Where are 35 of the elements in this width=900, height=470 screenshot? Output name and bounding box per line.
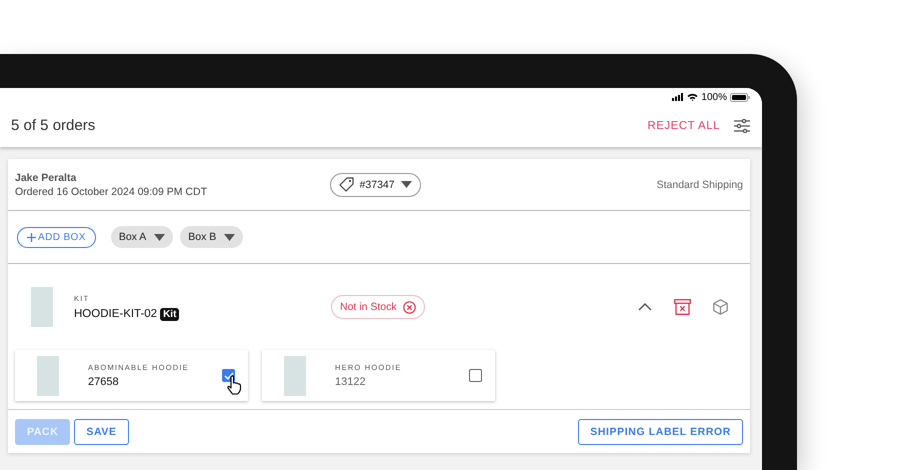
- close-circle-icon: [402, 300, 416, 314]
- plus-icon: [27, 232, 36, 242]
- product-sku: 13122: [335, 376, 367, 388]
- shipping-method: Standard Shipping: [656, 178, 743, 190]
- caret-icon: [154, 234, 166, 240]
- filter-icon[interactable]: [734, 118, 750, 132]
- caret-icon: [400, 181, 412, 188]
- order-number-dropdown[interactable]: #37347: [330, 172, 421, 196]
- tag-icon: [338, 177, 354, 192]
- box-dropdown[interactable]: Box A: [110, 226, 174, 248]
- pointer-cursor-icon: [226, 375, 242, 395]
- photo-placeholder: [284, 356, 306, 396]
- photo-placeholder: [37, 356, 59, 396]
- customer-name: Jake Peralta: [15, 172, 78, 184]
- action-button[interactable]: SAVE: [74, 418, 129, 444]
- battery-percentage: 100%: [701, 92, 727, 102]
- delete-box-icon[interactable]: [674, 299, 691, 315]
- wifi-icon: [687, 93, 698, 101]
- caret-icon: [224, 234, 236, 240]
- checkbox[interactable]: [469, 369, 482, 382]
- orders-count-title: 5 of 5 orders: [11, 117, 96, 134]
- product-sku: 27658: [88, 376, 120, 388]
- shipping-label-error-button[interactable]: SHIPPING LABEL ERROR: [578, 418, 743, 444]
- order-date: Ordered 16 October 2024 09:09 PM CDT: [15, 186, 208, 198]
- box-dropdown[interactable]: Box B: [180, 226, 244, 248]
- reject-all-button[interactable]: REJECT ALL: [647, 120, 720, 132]
- battery-icon: [730, 92, 750, 102]
- stock-status-chip: Not in Stock: [331, 295, 425, 319]
- cube-icon[interactable]: [713, 299, 728, 315]
- kit-sku: HOODIE-KIT-02: [74, 308, 158, 320]
- photo-placeholder: [31, 287, 53, 327]
- chevron-icon[interactable]: [638, 303, 652, 311]
- add-box-button[interactable]: ADD BOX: [17, 226, 96, 248]
- signal-icon: [672, 93, 684, 101]
- kit-badge: Kit: [160, 308, 180, 320]
